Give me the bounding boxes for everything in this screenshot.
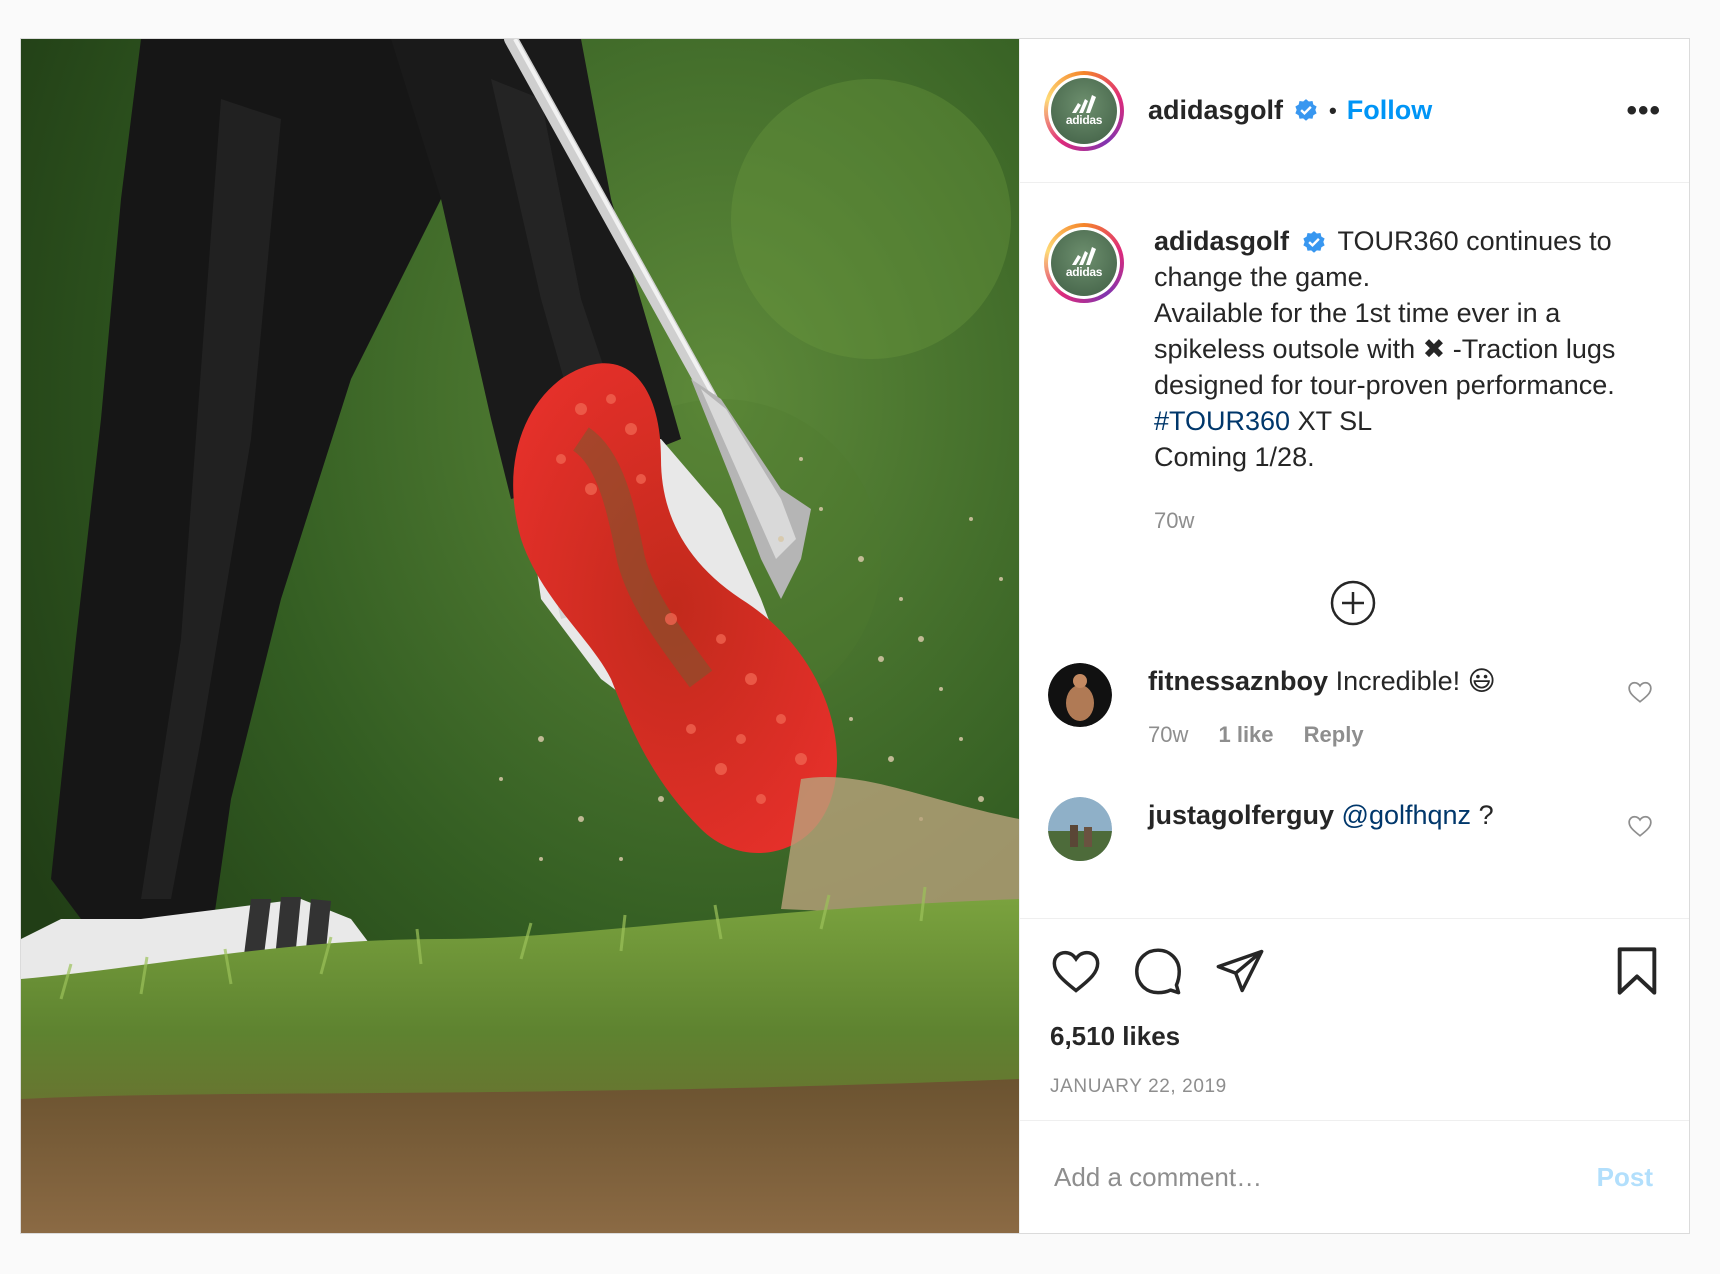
verified-badge-icon <box>1302 230 1325 253</box>
save-button[interactable] <box>1613 945 1661 997</box>
x-symbol-icon: ✖ <box>1422 334 1446 364</box>
caption-time[interactable]: 70w <box>1154 503 1661 539</box>
comment-item: fitnessaznboy Incredible! 😃 70w 1 like R… <box>1044 663 1661 753</box>
comment-text: ? <box>1478 800 1494 830</box>
post-comment-button[interactable]: Post <box>1597 1162 1653 1193</box>
comment-mention[interactable]: @golfhqnz <box>1342 800 1472 830</box>
comment-username[interactable]: fitnessaznboy <box>1148 666 1328 696</box>
comment-icon[interactable] <box>1132 945 1184 997</box>
load-more-comments[interactable] <box>1044 579 1661 627</box>
likes-count[interactable]: 6,510 likes <box>1050 1021 1661 1052</box>
comment-button[interactable] <box>1132 945 1184 997</box>
like-button[interactable] <box>1050 945 1102 997</box>
post-actions: 6,510 likes JANUARY 22, 2019 <box>1020 919 1689 1098</box>
author-avatar[interactable]: adidas <box>1044 70 1124 151</box>
follow-button[interactable]: Follow <box>1347 95 1432 126</box>
more-options-icon[interactable]: ••• <box>1626 95 1661 126</box>
load-more-icon[interactable] <box>1329 579 1377 627</box>
comment-time[interactable]: 70w <box>1148 722 1188 747</box>
avatar-brand-text: adidas <box>1065 112 1103 127</box>
post-header: adidas adidasgolf • Follow ••• <box>1020 39 1689 183</box>
comment-text: Incredible! <box>1335 666 1461 696</box>
caption-line-4: Coming 1/28. <box>1154 442 1315 472</box>
caption-author-avatar[interactable]: adidas <box>1044 223 1124 303</box>
header-separator: • <box>1329 97 1337 123</box>
post-date[interactable]: JANUARY 22, 2019 <box>1050 1076 1661 1098</box>
verified-badge-icon <box>1295 98 1317 121</box>
bookmark-icon[interactable] <box>1613 945 1661 997</box>
adidas-logo-icon <box>1072 94 1096 113</box>
caption-text: adidasgolf TOUR360 continues to change t… <box>1154 223 1661 539</box>
post-side-panel: adidas adidasgolf • Follow ••• adidas ad… <box>1019 39 1689 1233</box>
comment-username[interactable]: justagolferguy <box>1148 800 1334 830</box>
comment-input[interactable] <box>1052 1160 1597 1194</box>
commenter-avatar[interactable] <box>1048 663 1112 727</box>
caption-hashtag[interactable]: #TOUR360 <box>1154 406 1290 436</box>
add-comment-bar: Post <box>1020 1120 1689 1233</box>
avatar-brand-text: adidas <box>1065 265 1103 279</box>
comment-item: justagolferguy @golfhqnz ? <box>1044 797 1661 861</box>
share-icon[interactable] <box>1214 945 1266 997</box>
author-username[interactable]: adidasgolf <box>1148 95 1283 126</box>
action-icons-row <box>1050 941 1661 1001</box>
post-image[interactable] <box>21 39 1019 1233</box>
heart-icon[interactable] <box>1627 813 1653 839</box>
comment-likes[interactable]: 1 like <box>1218 722 1273 747</box>
heart-icon[interactable] <box>1627 679 1653 705</box>
adidas-logo-icon <box>1072 247 1096 265</box>
commenter-avatar[interactable] <box>1048 797 1112 861</box>
heart-icon[interactable] <box>1050 945 1102 997</box>
caption: adidas adidasgolf TOUR360 continues to c… <box>1044 223 1661 539</box>
caption-hashtag-rest: XT SL <box>1297 406 1373 436</box>
reply-button[interactable]: Reply <box>1304 722 1364 747</box>
comments-section[interactable]: adidas adidasgolf TOUR360 continues to c… <box>1020 183 1689 919</box>
caption-username[interactable]: adidasgolf <box>1154 226 1289 256</box>
golf-shoe-photo <box>21 39 1019 1233</box>
post-card: adidas adidasgolf • Follow ••• adidas ad… <box>20 38 1690 1234</box>
share-button[interactable] <box>1214 945 1266 997</box>
smiley-emoji-icon: 😃 <box>1467 666 1496 696</box>
